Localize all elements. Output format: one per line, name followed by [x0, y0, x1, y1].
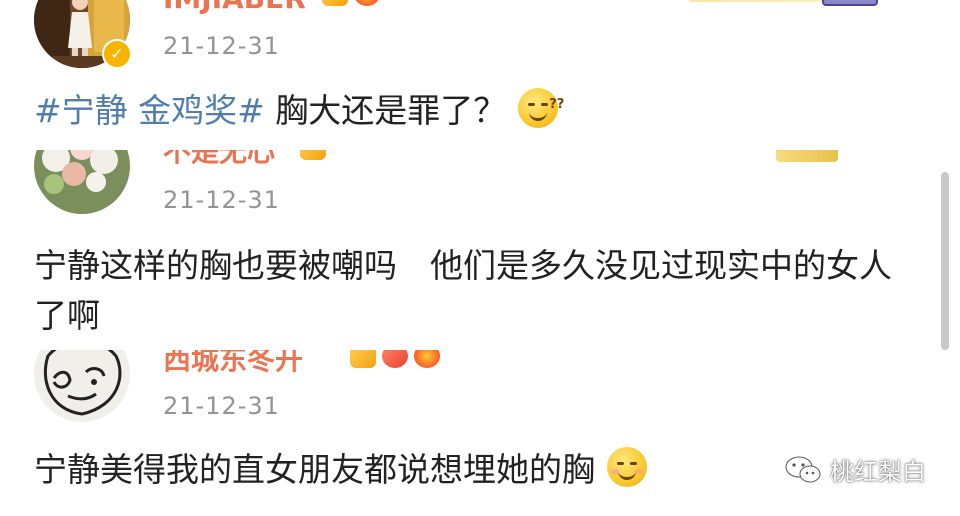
username[interactable]: IMJIABER	[163, 0, 306, 15]
avatar[interactable]	[34, 150, 130, 214]
comment-body: 宁静美得我的直女朋友都说想埋她的胸	[34, 450, 595, 489]
comment-feed: ✓ IMJIABER 21-12-31 #宁静 金鸡奖# 胸大还是罪了？??	[0, 0, 960, 516]
verified-badge-icon: ✓	[102, 39, 132, 69]
comment-item: 西城东冬开 21-12-31 宁静美得我的直女朋友都说想埋她的胸	[0, 350, 960, 516]
vip-badge-icon	[350, 350, 376, 368]
wechat-icon	[785, 456, 821, 482]
avatar-image	[34, 150, 130, 214]
vip-badge-icon	[322, 0, 348, 6]
comment-text: #宁静 金鸡奖# 胸大还是罪了？??	[34, 86, 564, 136]
scrollbar[interactable]	[941, 172, 949, 350]
comment-item: ✓ IMJIABER 21-12-31 #宁静 金鸡奖# 胸大还是罪了？??	[0, 0, 960, 150]
avatar[interactable]	[34, 350, 130, 422]
timestamp: 21-12-31	[163, 392, 280, 420]
sweat-smile-icon: ??	[518, 88, 564, 128]
timestamp: 21-12-31	[163, 186, 280, 214]
username[interactable]: 不是无心	[163, 150, 275, 170]
user-badges	[350, 350, 440, 368]
card-decoration-icon	[776, 150, 838, 162]
vip-badge-icon	[300, 150, 326, 160]
watermark: 桃红梨白	[784, 452, 926, 487]
timestamp: 21-12-31	[163, 32, 280, 60]
fan-badge-icon	[414, 350, 440, 368]
comment-text: 宁静这样的胸也要被嘲吗 他们是多久没见过现实中的女人了啊	[34, 246, 892, 335]
user-badges	[322, 0, 380, 6]
comment-body: 胸大还是罪了？	[264, 91, 507, 130]
user-badges	[300, 150, 326, 160]
comment-text: 宁静美得我的直女朋友都说想埋她的胸	[34, 445, 647, 495]
watermark-text: 桃红梨白	[830, 458, 926, 486]
smile-icon	[607, 447, 647, 487]
avatar-image	[34, 350, 130, 422]
card-decoration-icon	[822, 0, 878, 6]
username[interactable]: 西城东冬开	[163, 350, 303, 378]
level-badge-icon	[382, 350, 408, 368]
comment-item: 不是无心 21-12-31 宁静这样的胸也要被嘲吗 他们是多久没见过现实中的女人…	[0, 150, 960, 350]
fan-badge-icon	[354, 0, 380, 6]
hashtag-link[interactable]: #宁静 金鸡奖#	[34, 91, 265, 130]
